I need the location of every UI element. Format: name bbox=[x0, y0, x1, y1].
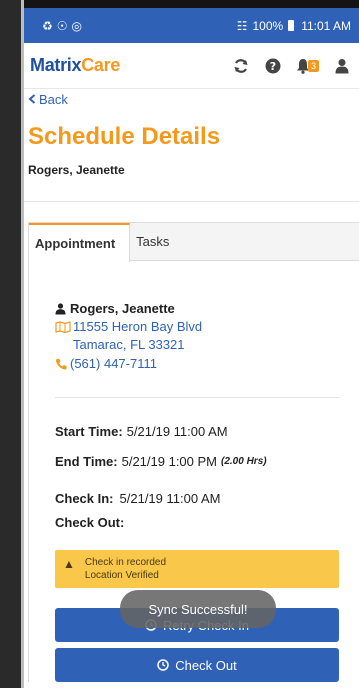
phone-link[interactable]: (561) 447-7111 bbox=[55, 356, 359, 371]
check-in-label: Check In: bbox=[55, 490, 114, 506]
check-out-button[interactable]: Check Out bbox=[55, 648, 339, 682]
divider bbox=[24, 201, 359, 202]
check-times: Check In: 5/21/19 11:00 AM Check Out: bbox=[55, 486, 359, 534]
tab-tasks[interactable]: Tasks bbox=[130, 223, 183, 260]
warning-icon: ▲ bbox=[63, 557, 75, 571]
page-title: Schedule Details bbox=[28, 123, 221, 150]
phone-number: (561) 447-7111 bbox=[70, 356, 157, 371]
back-label: Back bbox=[39, 91, 68, 107]
phone-icon bbox=[56, 358, 67, 369]
logo-text-care: Care bbox=[81, 55, 121, 75]
address-line1: 11555 Heron Bay Blvd bbox=[73, 319, 203, 334]
alert-line1: Check in recorded bbox=[84, 557, 167, 568]
check-in-value: 5/21/19 11:00 AM bbox=[119, 490, 221, 506]
header-actions: ? 3 bbox=[232, 57, 351, 75]
check-in-row: Check In: 5/21/19 11:00 AM bbox=[55, 486, 359, 510]
sync-icon: ♻ bbox=[42, 18, 53, 33]
target-icon: ◎ bbox=[71, 18, 83, 33]
chevron-left-icon bbox=[28, 94, 36, 104]
section-divider bbox=[55, 397, 339, 398]
status-right: ☷ 100% 11:01 AM bbox=[237, 19, 351, 33]
start-time-row: Start Time: 5/21/19 11:00 AM bbox=[55, 416, 359, 446]
device-top-bezel bbox=[0, 0, 359, 8]
tab-appointment[interactable]: Appointment bbox=[29, 223, 131, 262]
status-bar: ♻ ☉ ◎ ☷ 100% 11:01 AM bbox=[24, 8, 359, 43]
wifi-icon: ☷ bbox=[236, 18, 248, 33]
check-out-label-btn: Check Out bbox=[175, 657, 237, 673]
refresh-icon[interactable] bbox=[232, 57, 250, 75]
client-name: Rogers, Jeanette bbox=[28, 163, 125, 177]
contact-name: Rogers, Jeanette bbox=[70, 301, 175, 316]
check-in-alert: ▲ Check in recorded Location Verified bbox=[55, 550, 339, 588]
alert-line2: Location Verified bbox=[84, 570, 159, 581]
address-link[interactable]: 11555 Heron Bay Blvd Tamarac, FL 33321 bbox=[55, 318, 359, 354]
tab-bar: Appointment Tasks bbox=[29, 223, 359, 262]
clock-icon bbox=[157, 659, 170, 671]
start-time-label: Start Time: bbox=[55, 423, 123, 439]
notification-badge: 3 bbox=[307, 59, 319, 72]
check-out-row: Check Out: bbox=[55, 510, 359, 534]
device-left-bezel bbox=[0, 0, 24, 688]
check-out-label: Check Out: bbox=[55, 514, 125, 530]
notifications-button[interactable]: 3 bbox=[296, 58, 319, 74]
person-icon bbox=[55, 302, 66, 314]
address-line2: Tamarac, FL 33321 bbox=[73, 337, 185, 352]
back-link[interactable]: Back bbox=[24, 89, 359, 107]
end-time-value: 5/21/19 1:00 PM bbox=[121, 453, 218, 469]
sync-toast: Sync Successful! bbox=[120, 590, 276, 628]
battery-percent: 100% bbox=[252, 18, 284, 33]
contact-name-row: Rogers, Jeanette bbox=[55, 301, 359, 316]
status-left-icons: ♻ ☉ ◎ bbox=[42, 19, 82, 33]
user-icon[interactable] bbox=[333, 57, 351, 75]
help-icon[interactable]: ? bbox=[264, 57, 282, 75]
logo-text-matrix: Matrix bbox=[30, 55, 82, 75]
clock: 11:01 AM bbox=[301, 18, 351, 33]
matrixcare-logo[interactable]: MatrixCare bbox=[30, 55, 120, 76]
app-header: MatrixCare ? 3 bbox=[24, 43, 359, 89]
end-time-row: End Time: 5/21/19 1:00 PM (2.00 Hrs) bbox=[55, 446, 359, 476]
battery-icon bbox=[288, 20, 295, 31]
duration: (2.00 Hrs) bbox=[221, 455, 267, 467]
svg-text:?: ? bbox=[270, 60, 276, 73]
location-icon: ☉ bbox=[56, 18, 68, 33]
schedule-times: Start Time: 5/21/19 11:00 AM End Time: 5… bbox=[55, 416, 359, 476]
app-screen: ♻ ☉ ◎ ☷ 100% 11:01 AM MatrixCare ? 3 Bac… bbox=[24, 8, 359, 688]
map-icon bbox=[55, 321, 71, 333]
end-time-label: End Time: bbox=[55, 453, 118, 469]
start-time-value: 5/21/19 11:00 AM bbox=[126, 423, 228, 439]
